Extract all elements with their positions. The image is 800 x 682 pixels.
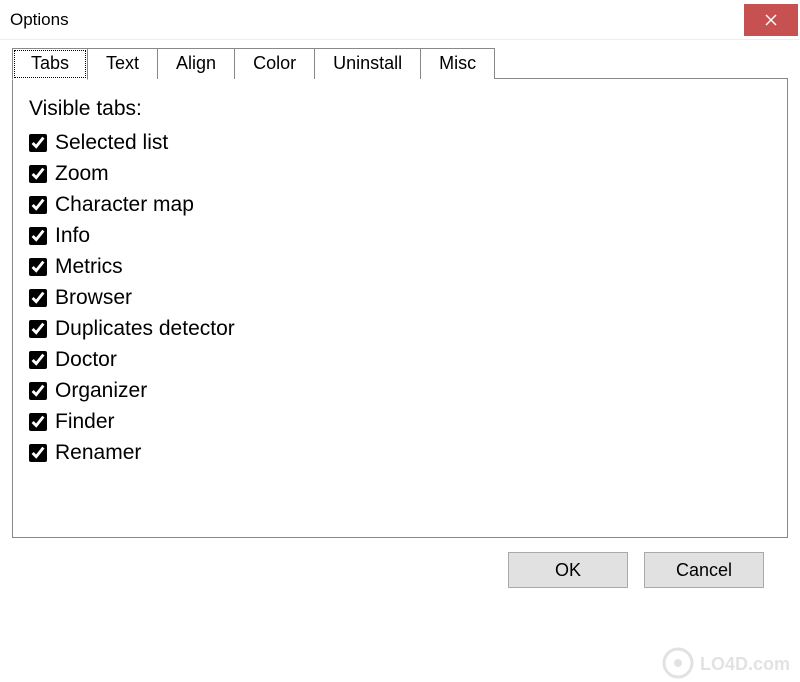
checkbox-label: Finder <box>55 410 115 434</box>
checkbox-doctor[interactable] <box>29 351 47 369</box>
checkbox-duplicates-detector[interactable] <box>29 320 47 338</box>
checkbox-selected-list[interactable] <box>29 134 47 152</box>
button-bar: OK Cancel <box>12 538 788 588</box>
ok-button[interactable]: OK <box>508 552 628 588</box>
checkbox-label: Duplicates detector <box>55 317 235 341</box>
checkbox-info[interactable] <box>29 227 47 245</box>
close-button[interactable] <box>744 4 798 36</box>
watermark-text: LO4D.com <box>700 654 790 674</box>
checkbox-label: Zoom <box>55 162 109 186</box>
tabstrip: Tabs Text Align Color Uninstall Misc <box>12 48 788 79</box>
checkbox-zoom[interactable] <box>29 165 47 183</box>
tab-label: Misc <box>439 53 476 73</box>
checkbox-label: Renamer <box>55 441 141 465</box>
tab-label: Text <box>106 53 139 73</box>
checkbox-item[interactable]: Doctor <box>29 348 771 372</box>
checkbox-item[interactable]: Duplicates detector <box>29 317 771 341</box>
tab-label: Tabs <box>31 53 69 73</box>
checkbox-item[interactable]: Renamer <box>29 441 771 465</box>
section-label-visible-tabs: Visible tabs: <box>29 97 771 121</box>
checkbox-item[interactable]: Browser <box>29 286 771 310</box>
checkbox-label: Browser <box>55 286 132 310</box>
checkbox-finder[interactable] <box>29 413 47 431</box>
tab-label: Align <box>176 53 216 73</box>
checkbox-label: Doctor <box>55 348 117 372</box>
checkbox-organizer[interactable] <box>29 382 47 400</box>
checkbox-item[interactable]: Zoom <box>29 162 771 186</box>
tab-align[interactable]: Align <box>157 48 235 79</box>
tab-color[interactable]: Color <box>234 48 315 79</box>
tab-uninstall[interactable]: Uninstall <box>314 48 421 79</box>
checkbox-item[interactable]: Character map <box>29 193 771 217</box>
checkbox-item[interactable]: Selected list <box>29 131 771 155</box>
window-title: Options <box>10 10 69 30</box>
checkbox-item[interactable]: Organizer <box>29 379 771 403</box>
tab-label: Uninstall <box>333 53 402 73</box>
checkbox-item[interactable]: Info <box>29 224 771 248</box>
watermark-logo: LO4D.com <box>660 644 800 682</box>
titlebar: Options <box>0 0 800 40</box>
tab-tabs[interactable]: Tabs <box>12 48 88 80</box>
checkbox-label: Character map <box>55 193 194 217</box>
checkbox-label: Metrics <box>55 255 123 279</box>
close-icon <box>765 14 777 26</box>
tab-label: Color <box>253 53 296 73</box>
checkbox-browser[interactable] <box>29 289 47 307</box>
checkbox-label: Selected list <box>55 131 168 155</box>
checkbox-character-map[interactable] <box>29 196 47 214</box>
tab-text[interactable]: Text <box>87 48 158 79</box>
visible-tabs-list: Selected list Zoom Character map Info Metric… <box>29 131 771 465</box>
checkbox-item[interactable]: Metrics <box>29 255 771 279</box>
checkbox-metrics[interactable] <box>29 258 47 276</box>
tab-panel-tabs: Visible tabs: Selected list Zoom Character… <box>12 78 788 538</box>
tab-misc[interactable]: Misc <box>420 48 495 79</box>
checkbox-renamer[interactable] <box>29 444 47 462</box>
checkbox-label: Info <box>55 224 90 248</box>
checkbox-label: Organizer <box>55 379 147 403</box>
content-area: Tabs Text Align Color Uninstall Misc Visible … <box>0 40 800 588</box>
checkbox-item[interactable]: Finder <box>29 410 771 434</box>
cancel-button[interactable]: Cancel <box>644 552 764 588</box>
